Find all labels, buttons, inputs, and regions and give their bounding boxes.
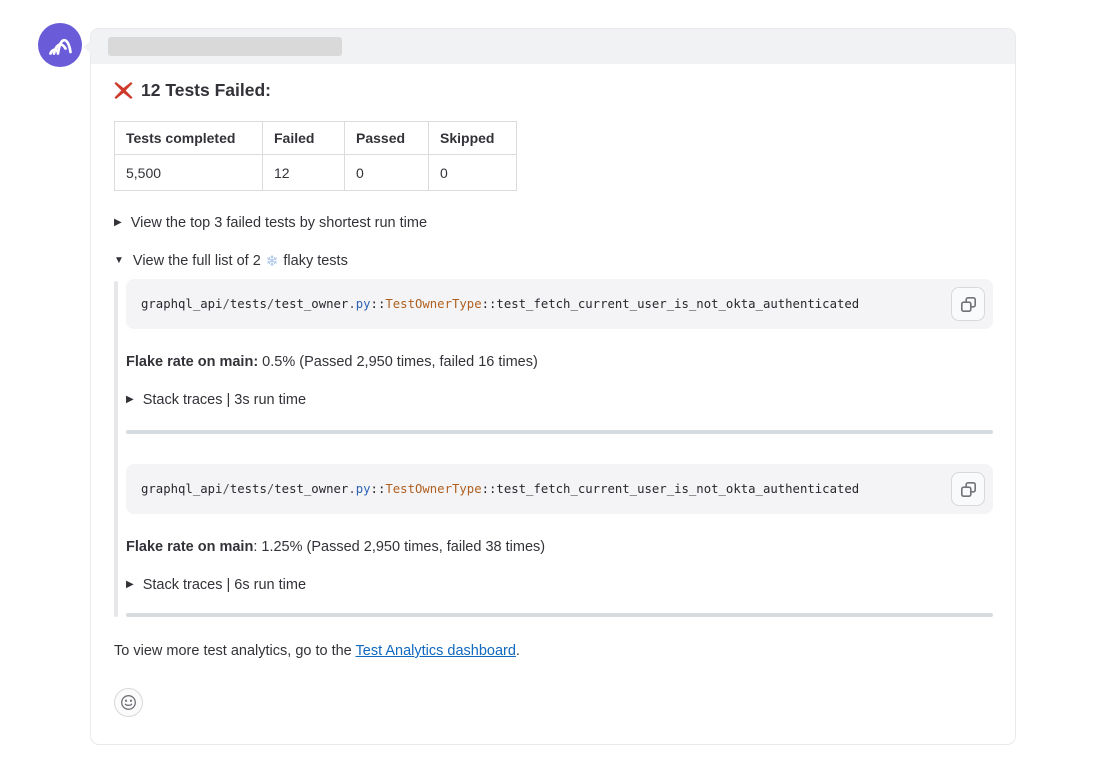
comment-header: [91, 29, 1015, 64]
test-analytics-dashboard-link[interactable]: Test Analytics dashboard: [356, 643, 516, 659]
flake-rate-line: Flake rate on main: 0.5% (Passed 2,950 t…: [126, 352, 993, 372]
table-row: 5,5001200: [115, 155, 517, 191]
speech-bubble-tail: [83, 40, 92, 54]
test-path: graphql_api/tests/test_owner.py::TestOwn…: [141, 297, 941, 311]
flake-rate-label: Flake rate on main:: [126, 354, 258, 370]
disclosure-stack-traces[interactable]: ▶ Stack traces | 3s run time: [126, 392, 993, 408]
test-path: graphql_api/tests/test_owner.py::TestOwn…: [141, 482, 941, 496]
table-column-header: Skipped: [429, 122, 517, 155]
tests-failed-heading: 12 Tests Failed:: [114, 80, 993, 101]
test-path-codeblock: graphql_api/tests/test_owner.py::TestOwn…: [126, 464, 993, 514]
table-column-header: Tests completed: [115, 122, 263, 155]
footer-text: To view more test analytics, go to the T…: [114, 643, 993, 659]
flake-rate-line: Flake rate on main: 1.25% (Passed 2,950 …: [126, 537, 993, 557]
page-title: 12 Tests Failed:: [141, 80, 271, 101]
test-summary-table: Tests completedFailedPassedSkipped5,5001…: [114, 121, 517, 191]
flake-rate-label: Flake rate on main: [126, 539, 253, 555]
copy-button[interactable]: [951, 287, 985, 321]
divider: [126, 613, 993, 617]
flake-rate-value: 0.5% (Passed 2,950 times, failed 16 time…: [258, 354, 538, 370]
avatar: [38, 23, 82, 67]
table-cell: 0: [345, 155, 429, 191]
table-cell: 5,500: [115, 155, 263, 191]
chevron-right-icon: ▶: [126, 395, 134, 405]
table-column-header: Failed: [263, 122, 345, 155]
footer-text-before: To view more test analytics, go to the: [114, 643, 356, 659]
disclosure-flaky-tests[interactable]: ▼ View the full list of 2 ❄ flaky tests: [114, 252, 993, 270]
table-cell: 12: [263, 155, 345, 191]
chevron-down-icon: ▼: [114, 256, 124, 266]
redacted-author-bar: [108, 37, 342, 56]
flaky-tests-section: graphql_api/tests/test_owner.py::TestOwn…: [114, 279, 993, 617]
disclosure-failed-tests-label: View the top 3 failed tests by shortest …: [131, 215, 427, 231]
test-path-codeblock: graphql_api/tests/test_owner.py::TestOwn…: [126, 279, 993, 329]
disclosure-flaky-tests-label-suffix: flaky tests: [283, 253, 347, 269]
stack-traces-label: Stack traces | 6s run time: [143, 577, 306, 593]
disclosure-stack-traces[interactable]: ▶ Stack traces | 6s run time: [126, 577, 993, 593]
flake-rate-value: : 1.25% (Passed 2,950 times, failed 38 t…: [253, 539, 545, 555]
table-column-header: Passed: [345, 122, 429, 155]
comment-card: 12 Tests Failed: Tests completedFailedPa…: [90, 28, 1016, 745]
comment-body: 12 Tests Failed: Tests completedFailedPa…: [91, 64, 1015, 739]
chevron-right-icon: ▶: [126, 580, 134, 590]
disclosure-flaky-tests-label-prefix: View the full list of 2: [133, 253, 261, 269]
add-reaction-button[interactable]: [114, 688, 143, 717]
waves-logo-icon: [43, 28, 77, 62]
x-failed-icon: [114, 81, 133, 100]
divider: [126, 430, 993, 434]
snowflake-icon: ❄: [266, 252, 279, 270]
copy-button[interactable]: [951, 472, 985, 506]
disclosure-failed-tests[interactable]: ▶ View the top 3 failed tests by shortes…: [114, 215, 993, 231]
table-cell: 0: [429, 155, 517, 191]
smiley-icon: [120, 694, 137, 711]
copy-icon: [960, 481, 977, 498]
stack-traces-label: Stack traces | 3s run time: [143, 392, 306, 408]
copy-icon: [960, 296, 977, 313]
chevron-right-icon: ▶: [114, 218, 122, 228]
page: 12 Tests Failed: Tests completedFailedPa…: [0, 0, 1106, 775]
indent-bar: [114, 281, 118, 617]
footer-text-after: .: [516, 643, 520, 659]
